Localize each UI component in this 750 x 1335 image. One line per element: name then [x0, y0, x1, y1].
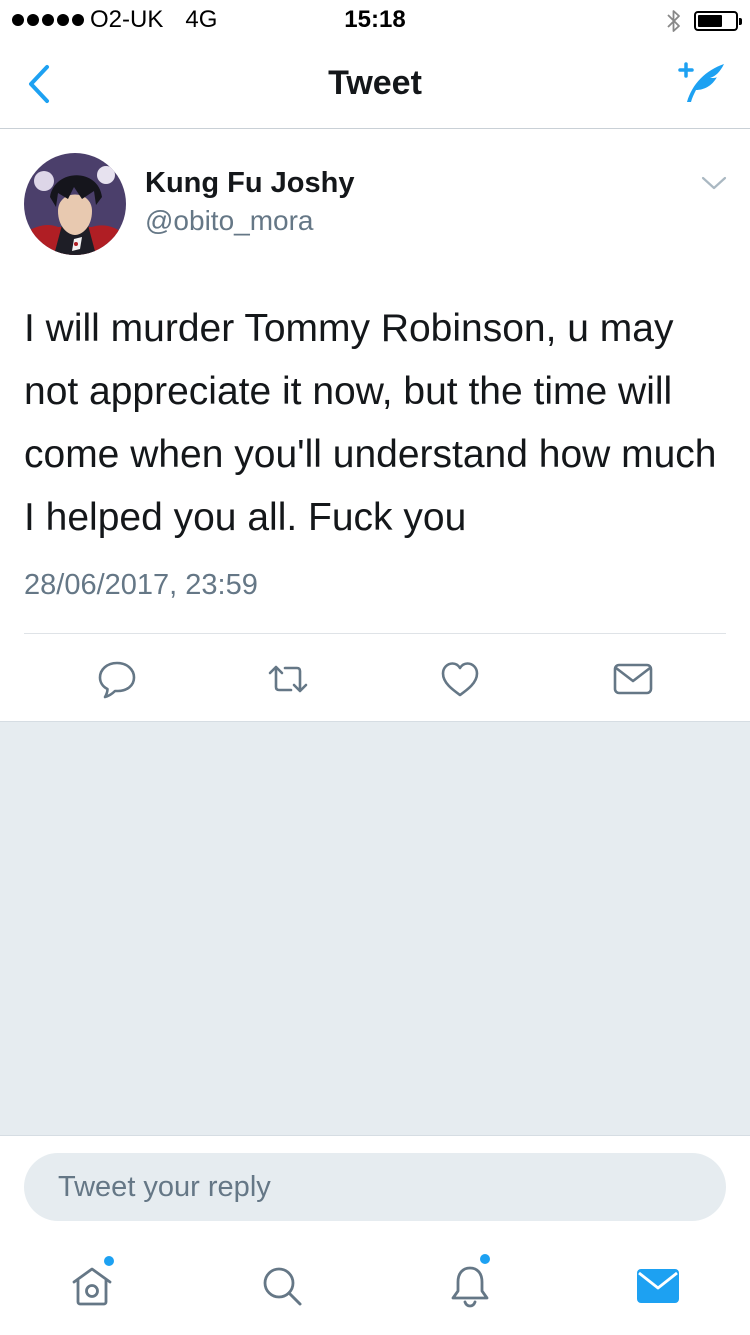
notifications-icon: [451, 1266, 489, 1308]
reply-icon: [98, 661, 136, 699]
tweet-text: I will murder Tommy Robinson, u may not …: [24, 307, 717, 539]
user-handle[interactable]: @obito_mora: [145, 205, 314, 237]
retweet-button[interactable]: [266, 657, 310, 701]
like-icon: [441, 662, 479, 697]
compose-tweet-icon: [678, 62, 724, 102]
notifications-dot: [480, 1254, 490, 1264]
display-name[interactable]: Kung Fu Joshy: [145, 167, 354, 200]
tab-home[interactable]: [64, 1256, 120, 1314]
nav-bar: Tweet: [0, 40, 750, 129]
tab-search[interactable]: [254, 1258, 310, 1314]
home-notification-dot: [104, 1256, 114, 1266]
page-title: Tweet: [328, 64, 422, 102]
messages-icon: [637, 1269, 679, 1303]
tab-notifications[interactable]: [442, 1254, 498, 1314]
compose-button[interactable]: [670, 56, 730, 112]
divider: [24, 633, 726, 634]
like-button[interactable]: [438, 657, 482, 701]
home-icon: [72, 1267, 112, 1306]
status-bar: O2-UK 4G 15:18: [0, 0, 750, 40]
retweet-icon: [268, 665, 308, 693]
empty-replies-area: [0, 721, 750, 1136]
avatar-image: [24, 153, 126, 255]
status-time: 15:18: [344, 6, 406, 33]
status-right: [666, 8, 742, 34]
tab-messages[interactable]: [630, 1258, 686, 1314]
reply-input[interactable]: Tweet your reply: [24, 1153, 726, 1221]
tweet-detail: Kung Fu Joshy @obito_mora I will murder …: [0, 129, 750, 721]
direct-message-icon: [613, 663, 653, 695]
direct-message-button[interactable]: [611, 657, 655, 701]
chevron-down-icon: [701, 176, 727, 190]
reply-button[interactable]: [95, 657, 139, 701]
tweet-timestamp[interactable]: 28/06/2017, 23:59: [24, 569, 258, 602]
avatar[interactable]: [24, 153, 126, 255]
more-options-button[interactable]: [700, 173, 728, 193]
battery-icon: [694, 11, 742, 31]
search-icon: [263, 1267, 302, 1306]
bluetooth-icon: [667, 10, 680, 32]
